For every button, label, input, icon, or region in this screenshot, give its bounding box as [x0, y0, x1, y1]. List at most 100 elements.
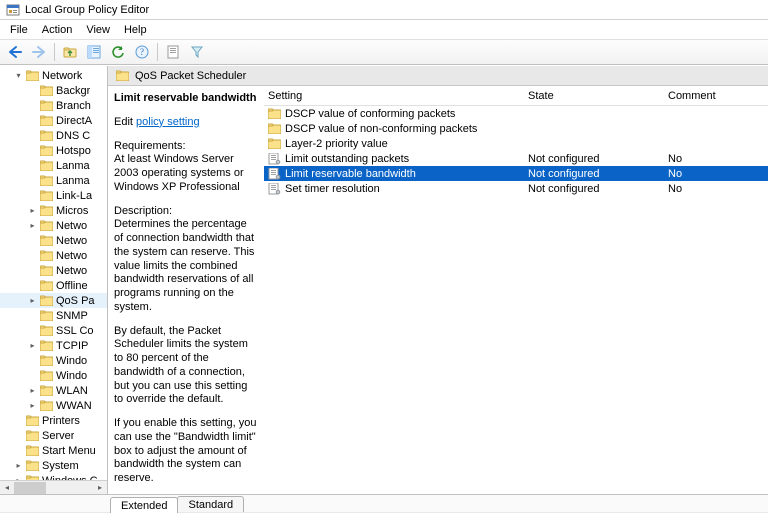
tree-pane[interactable]: ▾NetworkBackgrBranchDirectADNS CHotspoLa…	[0, 66, 108, 494]
tree-item[interactable]: ▸WWAN	[0, 398, 107, 413]
filter-button[interactable]	[186, 41, 208, 63]
description-label: Description:	[114, 205, 258, 219]
folder-icon	[40, 385, 53, 396]
folder-icon	[40, 250, 53, 261]
folder-icon	[40, 370, 53, 381]
tree-item[interactable]: ▸QoS Pa	[0, 293, 107, 308]
tree-item-label: Windo	[56, 370, 87, 382]
folder-icon	[26, 430, 39, 441]
folder-icon	[40, 160, 53, 171]
menu-action[interactable]: Action	[36, 22, 79, 38]
policy-icon	[268, 168, 281, 180]
tree-item[interactable]: Lanma	[0, 158, 107, 173]
column-setting[interactable]: Setting	[264, 90, 528, 102]
expander-placeholder	[28, 161, 37, 170]
tree-item[interactable]: Windo	[0, 368, 107, 383]
expand-icon[interactable]: ▸	[28, 296, 37, 305]
list-row[interactable]: Limit reservable bandwidthNot configured…	[264, 166, 768, 181]
tree-item-label: Windo	[56, 355, 87, 367]
tree-horizontal-scrollbar[interactable]: ◂ ▸	[0, 480, 107, 494]
description-p3: If you enable this setting, you can use …	[114, 417, 258, 486]
help-button[interactable]: ?	[131, 41, 153, 63]
tree-item-label: SNMP	[56, 310, 88, 322]
list-row[interactable]: Set timer resolutionNot configuredNo	[264, 181, 768, 196]
column-state[interactable]: State	[528, 90, 668, 102]
scroll-right-button[interactable]: ▸	[93, 481, 107, 495]
menu-file[interactable]: File	[4, 22, 34, 38]
tree-item[interactable]: Windo	[0, 353, 107, 368]
expand-icon[interactable]: ▸	[28, 206, 37, 215]
tree-item-label: Link-La	[56, 190, 92, 202]
setting-name: DSCP value of conforming packets	[285, 108, 455, 120]
expand-icon[interactable]: ▸	[28, 221, 37, 230]
setting-name: DSCP value of non-conforming packets	[285, 123, 477, 135]
properties-button[interactable]	[162, 41, 184, 63]
tree-item[interactable]: ▸System	[0, 458, 107, 473]
scroll-thumb[interactable]	[14, 482, 46, 494]
tree-item[interactable]: Printers	[0, 413, 107, 428]
tree-item-label: Micros	[56, 205, 88, 217]
settings-list: Setting State Comment DSCP value of conf…	[264, 86, 768, 494]
expand-icon[interactable]: ▸	[28, 341, 37, 350]
up-button[interactable]	[59, 41, 81, 63]
list-row[interactable]: DSCP value of non-conforming packets	[264, 121, 768, 136]
expander-placeholder	[28, 191, 37, 200]
expand-icon[interactable]: ▸	[14, 461, 23, 470]
menu-help[interactable]: Help	[118, 22, 153, 38]
details-pane: QoS Packet Scheduler Limit reservable ba…	[108, 66, 768, 494]
back-button[interactable]	[4, 41, 26, 63]
tree-item[interactable]: Link-La	[0, 188, 107, 203]
tree-item[interactable]: Netwo	[0, 263, 107, 278]
tree-item[interactable]: Server	[0, 428, 107, 443]
tree-item[interactable]: ▸TCPIP	[0, 338, 107, 353]
setting-state: Not configured	[528, 153, 668, 165]
collapse-icon[interactable]: ▾	[14, 71, 23, 80]
tab-standard[interactable]: Standard	[177, 496, 244, 512]
tree-item[interactable]: SSL Co	[0, 323, 107, 338]
tree-item[interactable]: Netwo	[0, 233, 107, 248]
refresh-button[interactable]	[107, 41, 129, 63]
tree-item[interactable]: Backgr	[0, 83, 107, 98]
scroll-track[interactable]	[14, 481, 93, 495]
expander-placeholder	[28, 116, 37, 125]
requirements-text: At least Windows Server 2003 operating s…	[114, 153, 258, 194]
folder-icon	[40, 190, 53, 201]
expand-icon[interactable]: ▸	[28, 386, 37, 395]
folder-icon	[40, 355, 53, 366]
tree-item[interactable]: DirectA	[0, 113, 107, 128]
column-comment[interactable]: Comment	[668, 90, 768, 102]
tree-item[interactable]: ▸ Netwo	[0, 218, 107, 233]
tree-item[interactable]: Branch	[0, 98, 107, 113]
tree-item[interactable]: Netwo	[0, 248, 107, 263]
tree-item[interactable]: SNMP	[0, 308, 107, 323]
list-row[interactable]: DSCP value of conforming packets	[264, 106, 768, 121]
tree-item[interactable]: Offline	[0, 278, 107, 293]
folder-icon	[26, 445, 39, 456]
tab-extended[interactable]: Extended	[110, 497, 178, 513]
tree-item[interactable]: Hotspo	[0, 143, 107, 158]
list-header[interactable]: Setting State Comment	[264, 86, 768, 106]
tree-item-label: Netwo	[56, 220, 87, 232]
tree-item[interactable]: ▾Network	[0, 68, 107, 83]
tree-item[interactable]: ▸ WLAN	[0, 383, 107, 398]
list-row[interactable]: Limit outstanding packetsNot configuredN…	[264, 151, 768, 166]
menu-bar: File Action View Help	[0, 20, 768, 39]
expand-icon[interactable]: ▸	[28, 401, 37, 410]
folder-icon	[40, 220, 53, 231]
list-row[interactable]: Layer-2 priority value	[264, 136, 768, 151]
policy-icon	[268, 183, 281, 195]
folder-icon	[26, 70, 39, 81]
tree-item-label: WLAN	[56, 385, 88, 397]
toolbar: ?	[0, 39, 768, 65]
edit-policy-link[interactable]: policy setting	[136, 116, 200, 128]
menu-view[interactable]: View	[80, 22, 116, 38]
scroll-left-button[interactable]: ◂	[0, 481, 14, 495]
tree-item[interactable]: ▸ Micros	[0, 203, 107, 218]
tree-item[interactable]: Start Menu	[0, 443, 107, 458]
forward-button[interactable]	[28, 41, 50, 63]
show-hide-tree-button[interactable]	[83, 41, 105, 63]
folder-icon	[40, 400, 53, 411]
expander-placeholder	[28, 101, 37, 110]
tree-item[interactable]: DNS C	[0, 128, 107, 143]
tree-item[interactable]: Lanma	[0, 173, 107, 188]
